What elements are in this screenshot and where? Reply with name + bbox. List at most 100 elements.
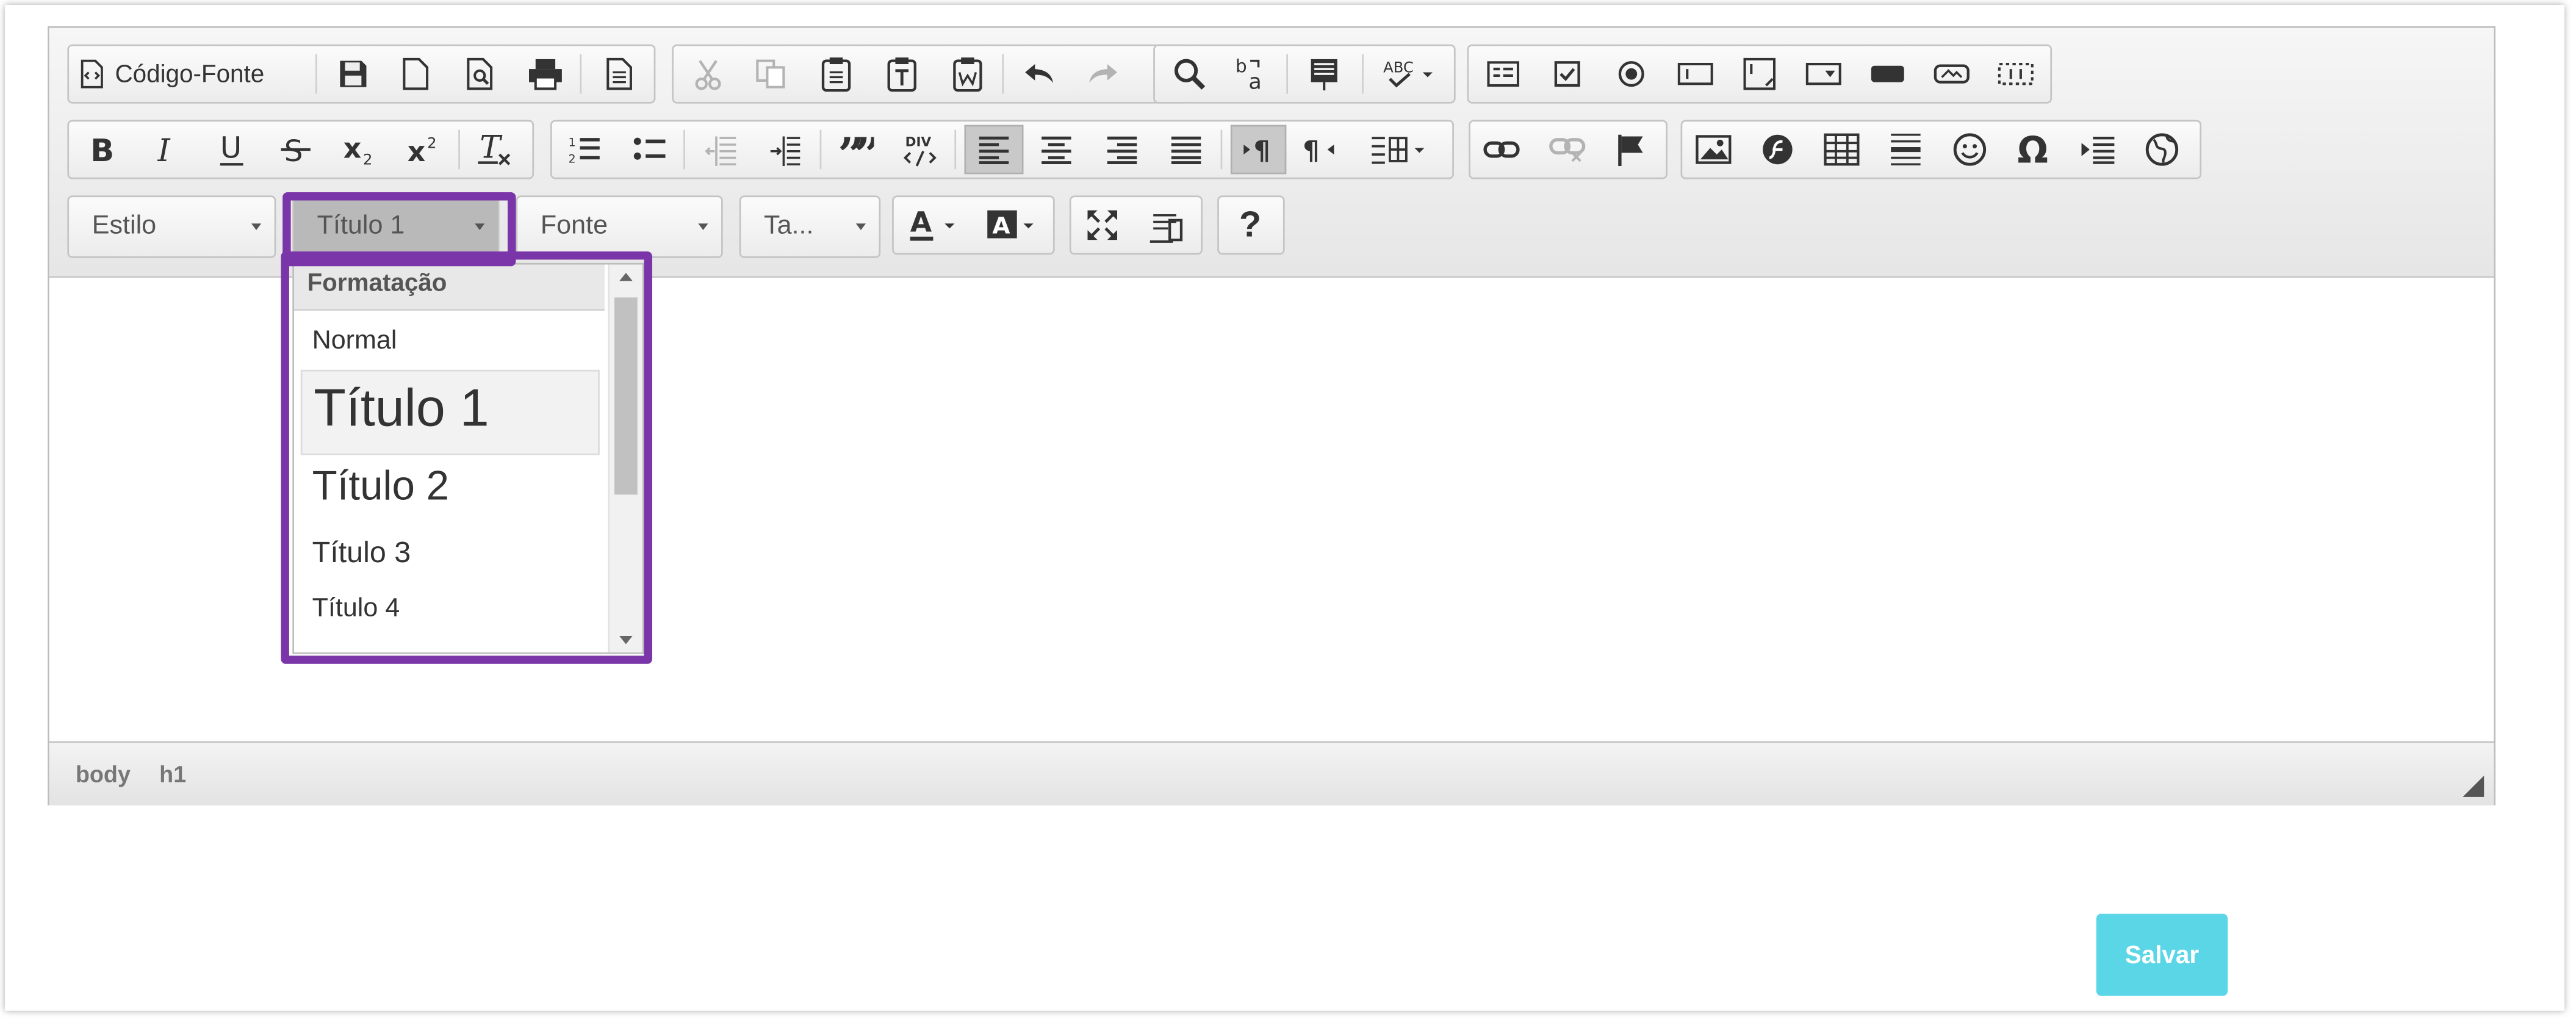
svg-text:b: b (1236, 56, 1247, 77)
bold-icon: B (90, 133, 114, 166)
table-button[interactable] (1817, 125, 1866, 175)
page-break-button[interactable] (2073, 125, 2123, 175)
button-button[interactable] (1863, 49, 1912, 99)
font-combo-label: Fonte (540, 212, 608, 240)
about-group: ? (1217, 195, 1285, 255)
ltr-button[interactable]: ¶ (1230, 125, 1287, 175)
align-left-button[interactable] (964, 125, 1024, 175)
print-button[interactable] (521, 49, 570, 99)
copy-icon (756, 59, 785, 88)
select-all-button[interactable] (1300, 49, 1349, 99)
numbered-list-icon: 12 (569, 137, 600, 166)
redo-button[interactable] (1078, 49, 1127, 99)
spellcheck-icon: ABC (1383, 59, 1433, 88)
save-button[interactable]: Salvar (2096, 914, 2228, 996)
paste-button[interactable] (811, 49, 861, 99)
path-h1[interactable]: h1 (159, 761, 186, 787)
indent-button[interactable] (761, 125, 810, 175)
smiley-button[interactable] (1945, 125, 1995, 175)
strike-button[interactable]: S (271, 125, 320, 175)
form-button[interactable] (1478, 49, 1528, 99)
special-char-button[interactable]: Ω (2009, 125, 2059, 175)
flash-button[interactable] (1753, 125, 1802, 175)
horizontal-rule-button[interactable] (1881, 125, 1930, 175)
editor-statusbar: body h1 (49, 741, 2494, 806)
bulleted-list-icon (633, 137, 666, 160)
cut-button[interactable] (683, 49, 733, 99)
textarea-icon (1743, 57, 1776, 90)
background-color-button[interactable]: A (979, 200, 1048, 250)
outdent-button[interactable] (697, 125, 746, 175)
maximize-button[interactable] (1078, 200, 1127, 250)
button-icon (1871, 65, 1904, 82)
hidden-field-button[interactable] (1991, 49, 2040, 99)
resize-grip-icon[interactable] (2463, 775, 2484, 797)
preview-icon (467, 57, 493, 90)
size-combo[interactable]: Ta... (739, 195, 881, 258)
svg-text:DIV: DIV (905, 135, 932, 150)
bulleted-list-button[interactable] (624, 125, 674, 175)
bold-button[interactable]: B (77, 125, 127, 175)
source-button[interactable]: Código-Fonte (79, 49, 309, 99)
new-page-button[interactable] (391, 49, 441, 99)
justify-button[interactable] (1162, 125, 1211, 175)
language-button[interactable] (1360, 125, 1436, 175)
image-button[interactable] (1689, 125, 1738, 175)
radio-button[interactable] (1606, 49, 1656, 99)
textfield-button[interactable] (1671, 49, 1720, 99)
align-right-icon (1107, 136, 1137, 164)
align-center-button[interactable] (1032, 125, 1081, 175)
path-body[interactable]: body (76, 761, 131, 787)
remove-format-button[interactable]: T (472, 125, 521, 175)
blockquote-button[interactable]: ”” (831, 125, 880, 175)
select-icon (1805, 62, 1841, 85)
svg-text:A: A (910, 207, 932, 238)
find-button[interactable] (1165, 49, 1214, 99)
align-right-button[interactable] (1098, 125, 1147, 175)
textarea-button[interactable] (1735, 49, 1784, 99)
replace-icon: ba (1236, 56, 1262, 92)
superscript-button[interactable]: x2 (399, 125, 448, 175)
subscript-button[interactable]: x2 (335, 125, 384, 175)
save-doc-button[interactable] (329, 49, 378, 99)
templates-button[interactable] (595, 49, 644, 99)
italic-button[interactable]: I (142, 125, 191, 175)
replace-button[interactable]: ba (1227, 49, 1276, 99)
subscript-icon: x2 (344, 133, 373, 166)
numbered-list-button[interactable]: 12 (560, 125, 610, 175)
select-button[interactable] (1799, 49, 1848, 99)
indent-icon (770, 136, 801, 166)
text-color-button[interactable]: A (901, 200, 970, 250)
select-all-icon (1311, 59, 1337, 91)
paste-word-button[interactable] (943, 49, 993, 99)
form-icon (1487, 61, 1519, 87)
div-button[interactable]: DIV (895, 125, 944, 175)
div-icon: DIV (903, 135, 937, 167)
spellcheck-button[interactable]: ABC (1375, 49, 1441, 99)
image-button-button[interactable] (1927, 49, 1976, 99)
anchor-button[interactable] (1606, 125, 1656, 175)
checkbox-button[interactable] (1542, 49, 1592, 99)
svg-text:2: 2 (569, 153, 576, 166)
preview-button[interactable] (455, 49, 505, 99)
rtl-button[interactable]: ¶ (1295, 125, 1344, 175)
show-blocks-button[interactable] (1142, 200, 1191, 250)
table-icon (1824, 133, 1860, 166)
style-combo[interactable]: Estilo (67, 195, 276, 258)
font-combo[interactable]: Fonte (516, 195, 723, 258)
underline-button[interactable]: U (207, 125, 256, 175)
copy-button[interactable] (746, 49, 795, 99)
iframe-button[interactable] (2137, 125, 2187, 175)
colors-group: A A (892, 195, 1055, 255)
language-icon (1372, 137, 1425, 164)
tools-group (1069, 195, 1203, 255)
help-button[interactable]: ? (1226, 200, 1275, 250)
svg-text:B: B (90, 133, 114, 166)
ltr-icon: ¶ (1243, 135, 1270, 166)
unlink-button[interactable] (1542, 125, 1592, 175)
underline-icon: U (220, 131, 243, 166)
separator (683, 129, 685, 170)
undo-button[interactable] (1015, 49, 1065, 99)
link-button[interactable] (1477, 125, 1527, 175)
paste-text-button[interactable] (877, 49, 927, 99)
